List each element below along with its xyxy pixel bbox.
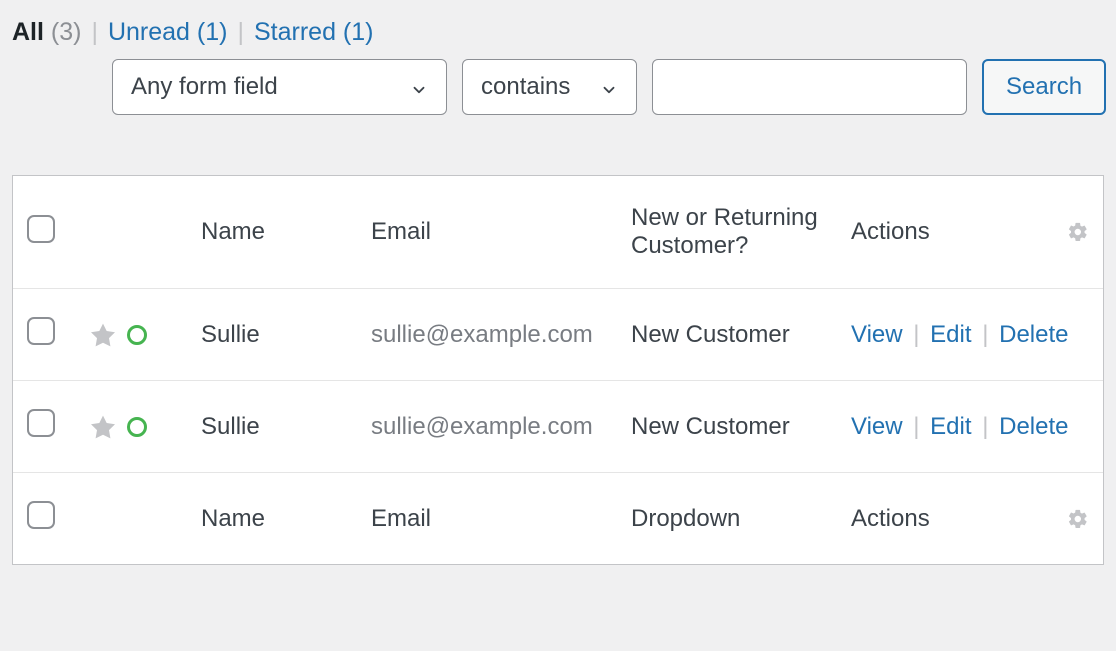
filter-separator: | — [89, 18, 100, 47]
cell-email: sullie@example.com — [357, 381, 617, 473]
cell-actions: View | Edit | Delete — [837, 289, 1103, 381]
table-settings-button-footer[interactable] — [1053, 473, 1103, 565]
search-operator-select[interactable]: contains — [462, 59, 637, 115]
table-header-row: Name Email New or Returning Customer? Ac… — [13, 176, 1103, 289]
entries-table-card: Name Email New or Returning Customer? Ac… — [12, 175, 1104, 565]
table-row: Sullie sullie@example.com New Customer V… — [13, 381, 1103, 473]
action-separator: | — [978, 413, 992, 440]
view-link[interactable]: View — [851, 321, 903, 348]
footer-column-email: Email — [357, 473, 617, 565]
table-row: Sullie sullie@example.com New Customer V… — [13, 289, 1103, 381]
filter-all-label: All — [12, 18, 44, 46]
filter-separator: | — [235, 18, 246, 47]
filter-starred-count: (1) — [343, 18, 374, 46]
search-operator-value: contains — [481, 73, 570, 101]
search-button[interactable]: Search — [982, 59, 1106, 115]
cell-email: sullie@example.com — [357, 289, 617, 381]
search-field-value: Any form field — [131, 73, 278, 101]
row-checkbox[interactable] — [27, 317, 55, 345]
row-checkbox[interactable] — [27, 409, 55, 437]
action-separator: | — [909, 321, 923, 348]
column-header-customer[interactable]: New or Returning Customer? — [617, 176, 837, 289]
view-link[interactable]: View — [851, 413, 903, 440]
footer-column-name: Name — [187, 473, 357, 565]
filter-all[interactable]: All (3) — [12, 18, 81, 47]
filter-all-count: (3) — [51, 18, 82, 46]
footer-column-actions: Actions — [837, 473, 1053, 565]
chevron-down-icon — [600, 78, 618, 96]
table-settings-button[interactable] — [1053, 176, 1103, 289]
search-term-input[interactable] — [652, 59, 967, 115]
select-all-checkbox[interactable] — [27, 215, 55, 243]
delete-link[interactable]: Delete — [999, 413, 1068, 440]
select-all-checkbox-footer[interactable] — [27, 501, 55, 529]
cell-actions: View | Edit | Delete — [837, 381, 1103, 473]
column-header-email[interactable]: Email — [357, 176, 617, 289]
cell-name: Sullie — [187, 289, 357, 381]
filter-unread[interactable]: Unread (1) — [108, 18, 228, 47]
gear-icon — [1067, 508, 1089, 530]
star-icon[interactable] — [91, 415, 115, 439]
delete-link[interactable]: Delete — [999, 321, 1068, 348]
filter-unread-label: Unread — [108, 18, 190, 46]
table-footer-row: Name Email Dropdown Actions — [13, 473, 1103, 565]
gear-icon — [1067, 221, 1089, 243]
edit-link[interactable]: Edit — [930, 321, 971, 348]
star-icon[interactable] — [91, 323, 115, 347]
unread-status-icon[interactable] — [127, 417, 147, 437]
action-separator: | — [978, 321, 992, 348]
column-header-actions: Actions — [837, 176, 1053, 289]
entries-table: Name Email New or Returning Customer? Ac… — [13, 176, 1103, 564]
action-separator: | — [909, 413, 923, 440]
chevron-down-icon — [410, 78, 428, 96]
cell-customer: New Customer — [617, 381, 837, 473]
filter-starred[interactable]: Starred (1) — [254, 18, 374, 47]
filter-tabs: All (3) | Unread (1) | Starred (1) — [12, 18, 373, 47]
search-field-select[interactable]: Any form field — [112, 59, 447, 115]
cell-customer: New Customer — [617, 289, 837, 381]
edit-link[interactable]: Edit — [930, 413, 971, 440]
filter-unread-count: (1) — [197, 18, 228, 46]
column-header-name[interactable]: Name — [187, 176, 357, 289]
cell-name: Sullie — [187, 381, 357, 473]
footer-column-customer: Dropdown — [617, 473, 837, 565]
filter-starred-label: Starred — [254, 18, 336, 46]
unread-status-icon[interactable] — [127, 325, 147, 345]
